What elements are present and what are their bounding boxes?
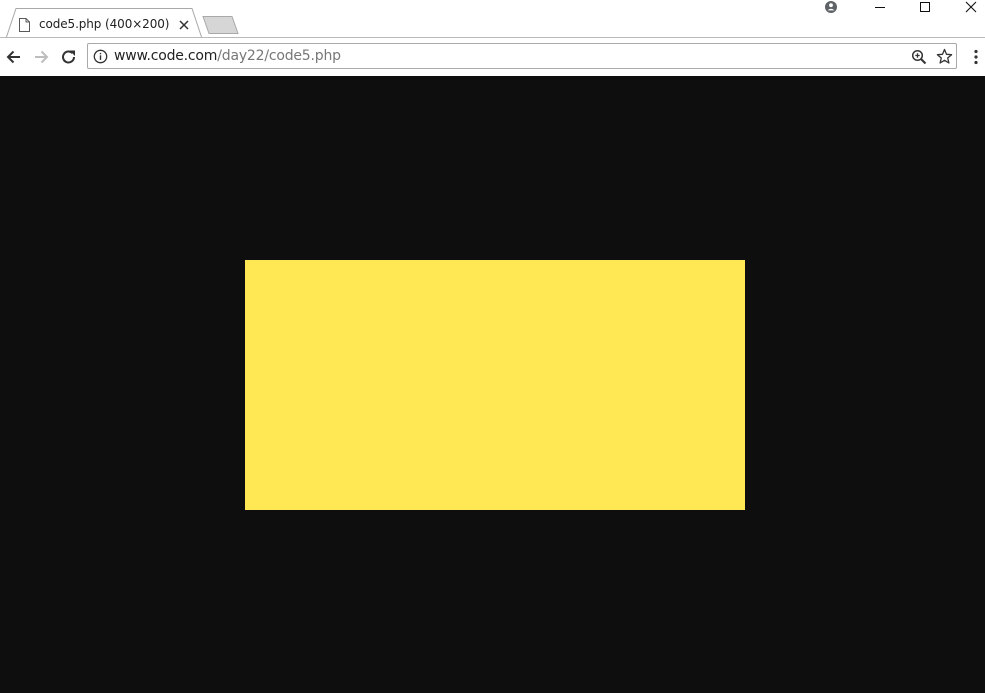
- profile-button[interactable]: [808, 0, 854, 14]
- tab-active[interactable]: code5.php (400×200): [6, 8, 203, 39]
- minimize-button[interactable]: [857, 0, 902, 14]
- reload-button[interactable]: [59, 47, 79, 67]
- tab-title: code5.php (400×200): [39, 17, 170, 31]
- browser-chrome: code5.php (400×200) www.code.com/day22/c…: [0, 0, 985, 114]
- star-icon[interactable]: [936, 48, 953, 65]
- menu-button[interactable]: [968, 47, 984, 67]
- forward-button[interactable]: [31, 47, 51, 67]
- maximize-icon: [920, 2, 930, 12]
- yellow-rectangle: [245, 260, 745, 510]
- page-viewport: [0, 76, 985, 693]
- reload-icon: [62, 50, 75, 64]
- close-icon: [965, 1, 977, 13]
- toolbar: www.code.com/day22/code5.php: [0, 38, 985, 114]
- maximize-button[interactable]: [902, 0, 947, 14]
- info-icon[interactable]: [93, 49, 108, 64]
- profile-icon: [825, 1, 837, 13]
- url-host: www.code.com: [114, 48, 218, 64]
- minimize-icon: [875, 7, 885, 8]
- more-vertical-icon: [974, 49, 978, 65]
- close-icon[interactable]: [177, 17, 191, 31]
- window-close-button[interactable]: [947, 0, 985, 14]
- back-button[interactable]: [4, 47, 24, 67]
- url-text[interactable]: www.code.com/day22/code5.php: [114, 48, 341, 64]
- arrow-left-icon: [6, 50, 20, 64]
- address-bar[interactable]: www.code.com/day22/code5.php: [87, 43, 957, 69]
- url-path: /day22/code5.php: [217, 48, 341, 64]
- arrow-right-icon: [35, 50, 49, 64]
- tab-strip: code5.php (400×200): [0, 0, 985, 39]
- new-tab-button[interactable]: [202, 16, 240, 34]
- page-icon: [19, 17, 30, 32]
- zoom-icon[interactable]: [911, 49, 927, 65]
